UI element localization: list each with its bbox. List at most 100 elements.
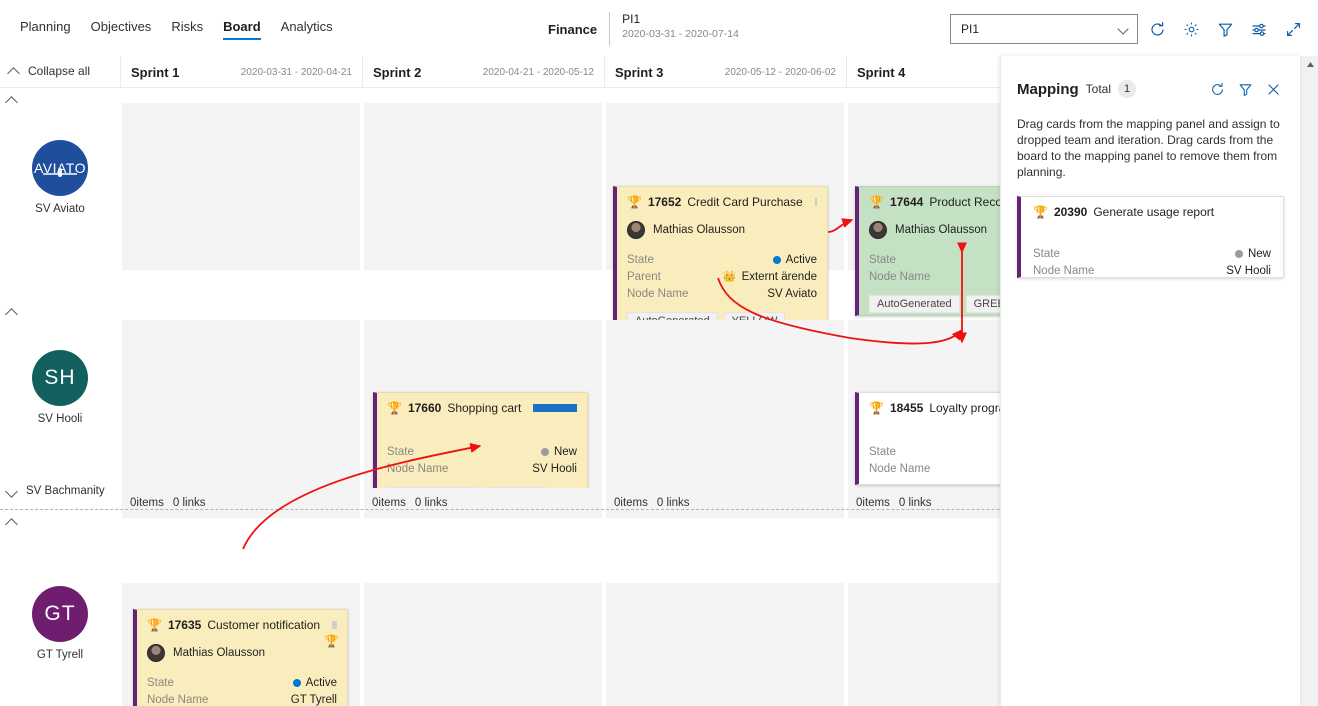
card-progress-bar (332, 621, 337, 629)
team-label-gt-tyrell: GT Tyrell (36, 649, 84, 661)
nav-tab-planning[interactable]: Planning (10, 19, 81, 40)
lane-collapse-icon[interactable] (6, 94, 18, 106)
chevron-up-icon (8, 65, 20, 77)
cell-hooli-sprint1[interactable] (122, 320, 360, 488)
lane-left-sv-hooli: SH SV Hooli (0, 300, 120, 510)
cell-aviato-sprint1[interactable] (122, 103, 360, 270)
cell-tyrell-sprint3[interactable] (606, 583, 844, 706)
team-label-sv-bachmanity[interactable]: SV Bachmanity (26, 485, 105, 497)
card-header: 🏆 17660 Shopping cart (387, 401, 577, 415)
field-key: State (869, 253, 896, 266)
card-fields: State Active Node Name GT Tyrell (147, 674, 337, 706)
mapping-panel-description: Drag cards from the mapping panel and as… (1017, 117, 1280, 179)
collapse-all-button[interactable]: Collapse all (8, 64, 90, 78)
avatar (627, 221, 645, 239)
nav-tab-analytics[interactable]: Analytics (271, 19, 343, 40)
field-value: SV Hooli (1226, 264, 1271, 277)
card-header: 🏆 17652 Credit Card Purchase (627, 195, 817, 209)
card-id: 17652 (647, 195, 682, 209)
mapping-panel-title: Mapping (1017, 80, 1079, 98)
field-value-text: Active (785, 253, 817, 266)
lane-collapse-icon[interactable] (6, 516, 18, 528)
mapping-total-label: Total (1085, 82, 1112, 96)
sprint-name: Sprint 2 (373, 64, 422, 80)
assignee-name: Mathias Olausson (173, 647, 266, 659)
cell-aviato-sprint2[interactable] (364, 103, 602, 270)
sprint-dates: 2020-05-12 - 2020-06-02 (724, 66, 836, 78)
field-key: Node Name (1033, 264, 1095, 277)
card-assignee: Mathias Olausson (627, 221, 817, 239)
lane-expand-icon[interactable] (6, 487, 18, 499)
card-header: 🏆 17635 Customer notification (147, 618, 337, 632)
avatar (869, 221, 887, 239)
mapping-panel: Mapping Total 1 Drag cards from the mapp… (1000, 56, 1300, 706)
card-assignee: Mathias Olausson (147, 644, 337, 662)
sprint-header-2[interactable]: Sprint 2 2020-04-21 - 2020-05-12 (362, 56, 604, 88)
nav-tab-board[interactable]: Board (213, 19, 271, 40)
card-title: Credit Card Purchase (687, 195, 803, 209)
close-icon[interactable] (1262, 78, 1284, 100)
state-dot-icon (772, 255, 781, 264)
avatar-sv-hooli: SH (32, 350, 88, 406)
field-value: New (540, 445, 577, 458)
field-state: State Active (147, 674, 337, 691)
field-value: SV Hooli (532, 462, 577, 475)
gear-icon[interactable] (1176, 14, 1206, 44)
crown-icon: 👑 (722, 271, 737, 283)
vertical-scrollbar[interactable] (1300, 56, 1318, 706)
trophy-icon: 🏆 (387, 401, 402, 415)
field-state: State Active (627, 251, 817, 268)
airplane-body-icon (58, 168, 62, 177)
board-settings-icon[interactable] (1244, 14, 1274, 44)
filter-icon[interactable] (1234, 78, 1256, 100)
field-state: State New (387, 443, 577, 460)
card-fields: State Active Parent 👑 Externt ärende Nod… (627, 251, 817, 302)
field-parent: Parent 👑 Externt ärende (627, 268, 817, 285)
card-title: Shopping cart (447, 401, 522, 415)
main-nav: Planning Objectives Risks Board Analytic… (10, 19, 343, 40)
field-key: Node Name (147, 693, 209, 706)
filter-icon[interactable] (1210, 14, 1240, 44)
avatar-sv-aviato: AVIATO (32, 140, 88, 196)
refresh-icon[interactable] (1142, 14, 1172, 44)
avatar-text: GT (44, 602, 76, 625)
trophy-icon: 🏆 (1033, 205, 1048, 219)
lane-collapse-icon[interactable] (6, 306, 18, 318)
field-key: Node Name (869, 270, 931, 283)
trophy-icon: 🏆 (869, 195, 884, 209)
mapping-panel-actions (1206, 78, 1284, 100)
refresh-icon[interactable] (1206, 78, 1228, 100)
field-key: Node Name (627, 287, 689, 300)
nav-tab-risks[interactable]: Risks (161, 19, 213, 40)
pi-selector-value: PI1 (961, 22, 980, 36)
card-id: 17644 (889, 195, 924, 209)
avatar-text: SH (44, 366, 76, 389)
avatar (147, 644, 165, 662)
field-key: State (387, 445, 414, 458)
cell-tyrell-sprint2[interactable] (364, 583, 602, 706)
field-value-text: New (553, 445, 577, 458)
sprint-header-3[interactable]: Sprint 3 2020-05-12 - 2020-06-02 (604, 56, 846, 88)
card-progress-bar (533, 404, 577, 412)
mapping-card-20390[interactable]: 🏆 20390 Generate usage report State New … (1017, 196, 1284, 278)
mapping-panel-header: Mapping Total 1 (1017, 78, 1284, 100)
assignee-name: Mathias Olausson (653, 224, 746, 236)
team-label-sv-hooli: SV Hooli (37, 413, 83, 425)
card-title: Customer notification (207, 618, 321, 632)
trophy-icon: 🏆 (627, 195, 642, 209)
chevron-down-icon (1119, 24, 1129, 34)
lane-left-sv-aviato: AVIATO SV Aviato (0, 88, 120, 300)
state-dot-icon (540, 447, 549, 456)
collapse-all-label: Collapse all (28, 64, 91, 78)
sprint-header-1[interactable]: Sprint 1 2020-03-31 - 2020-04-21 (120, 56, 362, 88)
field-key: State (1033, 247, 1060, 260)
fullscreen-icon[interactable] (1278, 14, 1308, 44)
scroll-up-icon[interactable] (1301, 56, 1318, 72)
card-fields: State New Node Name SV Hooli (1033, 245, 1271, 279)
card-17635[interactable]: 🏆 17635 Customer notification 🏆 Mathias … (133, 609, 348, 706)
cell-hooli-sprint3[interactable] (606, 320, 844, 488)
card-id: 17635 (167, 618, 202, 632)
assignee-name: Mathias Olausson (895, 224, 988, 236)
nav-tab-objectives[interactable]: Objectives (81, 19, 162, 40)
pi-selector[interactable]: PI1 (950, 14, 1138, 44)
